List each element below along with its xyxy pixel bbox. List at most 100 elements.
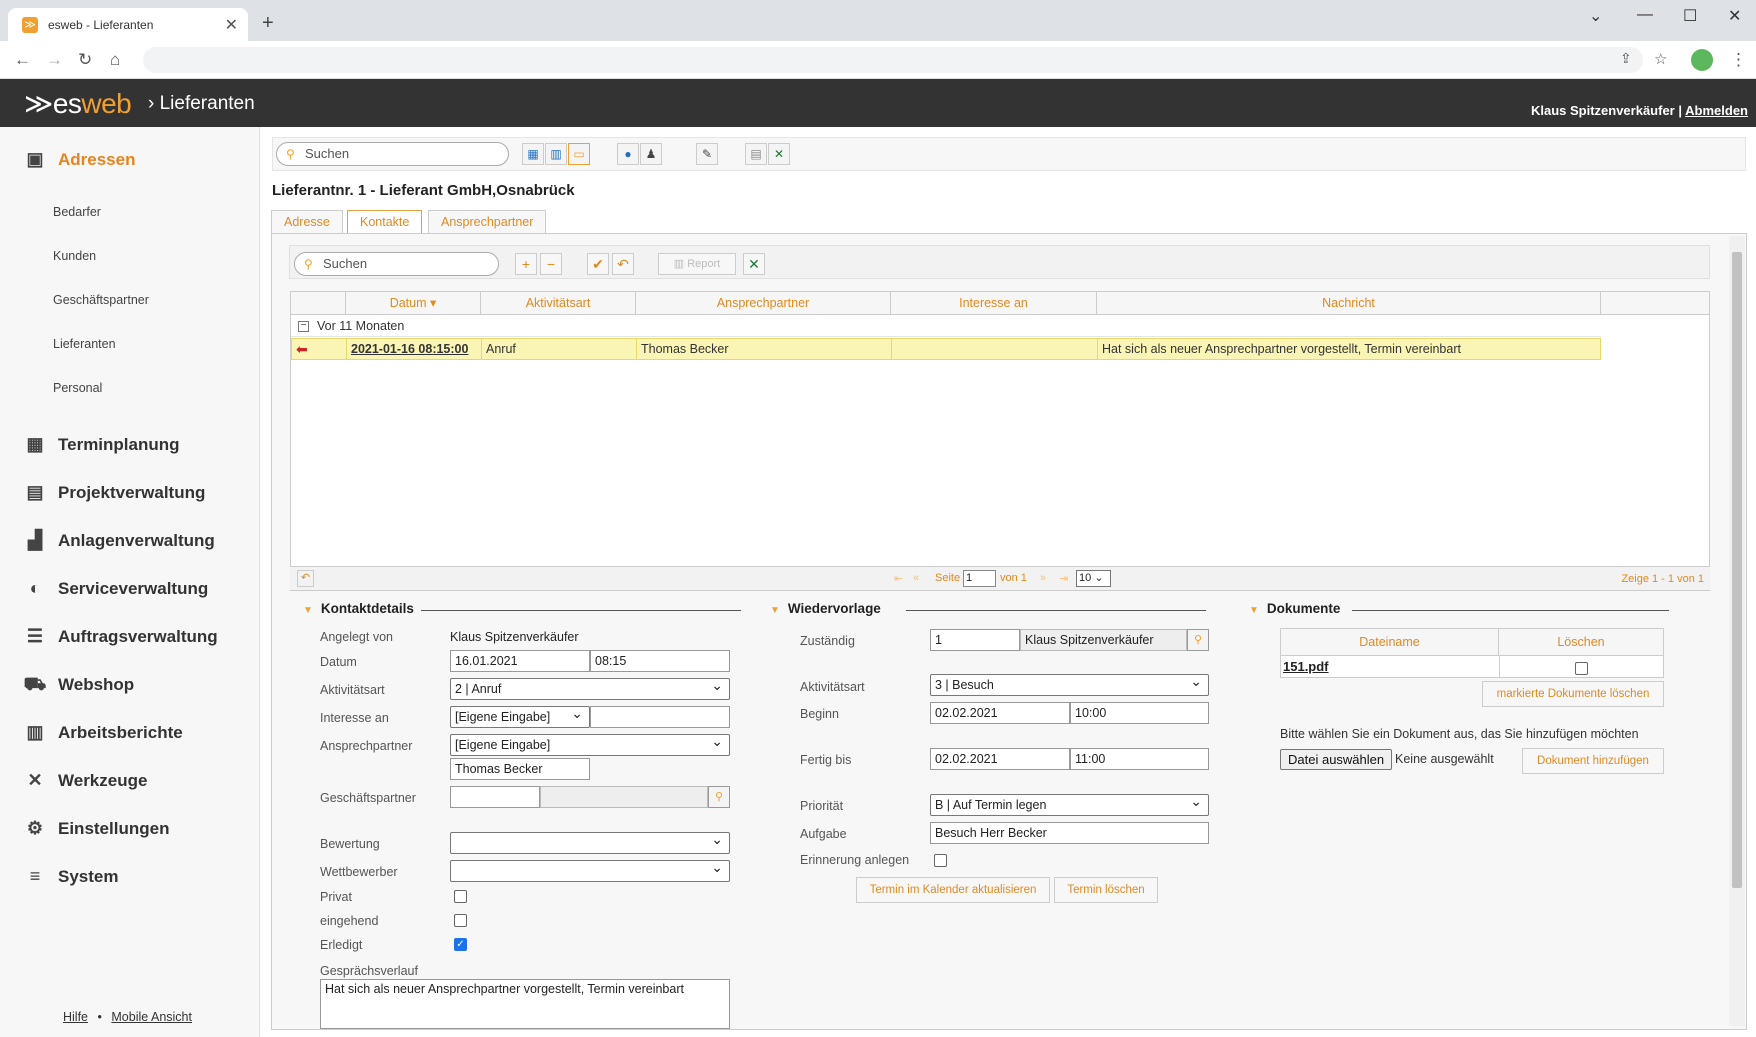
beginn-datum-field[interactable]: 02.02.2021 — [930, 702, 1070, 724]
wiedervorlage-section-header[interactable]: ▼ Wiedervorlage — [770, 601, 881, 616]
table-row[interactable]: ⬅ 2021-01-16 08:15:00 Anruf Thomas Becke… — [291, 338, 1601, 360]
url-field[interactable] — [143, 47, 1643, 73]
close-window-icon[interactable]: ✕ — [1728, 6, 1741, 26]
sidebar-item-arbeitsberichte[interactable]: ▥ Arbeitsberichte — [22, 722, 182, 743]
group-row[interactable]: − Vor 11 Monaten — [291, 316, 1601, 337]
tools-toolbar-icon[interactable]: ✎ — [696, 143, 718, 165]
verlauf-textarea[interactable]: Hat sich als neuer Ansprechpartner vorge… — [320, 979, 730, 1029]
fertig-datum-field[interactable]: 02.02.2021 — [930, 748, 1070, 770]
wettbewerber-select[interactable] — [450, 857, 730, 882]
tab-ansprechpartner[interactable]: Ansprechpartner — [428, 210, 547, 234]
column-ansprechpartner[interactable]: Ansprechpartner — [636, 292, 891, 315]
update-calendar-button[interactable]: Termin im Kalender aktualisieren — [856, 877, 1050, 903]
menu-dots-icon[interactable]: ⋮ — [1730, 50, 1747, 70]
delete-document-checkbox[interactable] — [1575, 662, 1588, 675]
add-document-button[interactable]: Dokument hinzufügen — [1522, 748, 1664, 774]
column-aktivitaetsart[interactable]: Aktivitätsart — [481, 292, 636, 315]
list-view-icon[interactable]: ▦ — [522, 143, 544, 165]
profile-avatar[interactable] — [1691, 49, 1713, 71]
delete-marked-documents-button[interactable]: markierte Dokumente löschen — [1482, 681, 1664, 707]
browser-tab[interactable]: ≫ esweb - Lieferanten ✕ — [8, 8, 248, 41]
column-datum[interactable]: Datum ▾ — [346, 292, 481, 315]
esweb-logo[interactable]: ≫esweb — [24, 87, 132, 120]
vertical-scrollbar[interactable] — [1729, 236, 1745, 1026]
bewertung-select[interactable] — [450, 829, 730, 854]
first-page-icon[interactable]: ⇤ — [894, 572, 903, 585]
fertig-zeit-field[interactable]: 11:00 — [1070, 748, 1209, 770]
sidebar-sub-personal[interactable]: Personal — [53, 381, 102, 395]
minimize-icon[interactable]: — — [1637, 6, 1653, 24]
scrollbar-thumb[interactable] — [1732, 252, 1742, 888]
person-icon[interactable]: ♟ — [640, 143, 662, 165]
report-button[interactable]: ▥ Report — [658, 253, 736, 275]
aktivitaet-select[interactable]: 2 | Anruf — [450, 675, 730, 700]
sidebar-item-adressen[interactable]: ▣ Adressen — [22, 149, 135, 170]
last-page-icon[interactable]: ⇥ — [1059, 572, 1068, 585]
chevron-down-icon[interactable]: ⌄ — [1589, 6, 1602, 26]
sidebar-sub-bedarfer[interactable]: Bedarfer — [53, 205, 101, 219]
tab-kontakte[interactable]: Kontakte — [347, 210, 423, 235]
zustaendig-search-icon[interactable]: ⚲ — [1187, 629, 1209, 651]
erinnerung-checkbox[interactable] — [934, 854, 947, 867]
confirm-icon[interactable]: ✔ — [587, 253, 609, 275]
choose-file-button[interactable]: Datei auswählen — [1280, 749, 1393, 770]
datum-field[interactable]: 16.01.2021 — [450, 650, 590, 672]
grid-search-input[interactable]: ⚲ Suchen — [294, 252, 499, 276]
prev-page-icon[interactable]: « — [913, 572, 919, 584]
sidebar-item-webshop[interactable]: ⛟ Webshop — [22, 674, 135, 698]
add-icon[interactable]: + — [515, 253, 537, 275]
kontakt-section-header[interactable]: ▼ Kontaktdetails — [303, 601, 414, 616]
star-icon[interactable]: ☆ — [1654, 50, 1667, 68]
eingehend-checkbox[interactable] — [454, 914, 467, 927]
interesse-select[interactable]: [Eigene Eingabe] — [450, 703, 590, 728]
dokumente-section-header[interactable]: ▼ Dokumente — [1249, 601, 1340, 616]
page-size-select[interactable]: 10 ⌄ — [1076, 570, 1111, 587]
maximize-icon[interactable]: ☐ — [1683, 6, 1697, 26]
reload-icon[interactable]: ↻ — [78, 50, 92, 70]
sidebar-item-anlagenverwaltung[interactable]: ▟ Anlagenverwaltung — [22, 530, 215, 551]
sidebar-sub-kunden[interactable]: Kunden — [53, 249, 96, 263]
mobile-view-link[interactable]: Mobile Ansicht — [111, 1010, 192, 1024]
excel-icon[interactable]: ✕ — [768, 143, 790, 165]
document-link[interactable]: 151.pdf — [1283, 659, 1329, 674]
sidebar-item-terminplanung[interactable]: ▦ Terminplanung — [22, 434, 179, 455]
gp-search-icon[interactable]: ⚲ — [708, 786, 730, 808]
undo-icon[interactable]: ↶ — [612, 253, 634, 275]
beginn-zeit-field[interactable]: 10:00 — [1070, 702, 1209, 724]
sidebar-item-system[interactable]: ≡ System — [22, 866, 119, 887]
document-icon[interactable]: ▤ — [745, 143, 767, 165]
zeit-field[interactable]: 08:15 — [590, 650, 730, 672]
interesse-text-field[interactable] — [590, 706, 730, 728]
detail-view-icon[interactable]: ▥ — [545, 143, 567, 165]
sidebar-sub-lieferanten[interactable]: Lieferanten — [53, 337, 116, 351]
erledigt-checkbox[interactable]: ✓ — [454, 938, 467, 951]
aufgabe-field[interactable]: Besuch Herr Becker — [930, 822, 1209, 844]
share-icon[interactable]: ⇪ — [1620, 50, 1632, 67]
forward-icon[interactable]: → — [46, 50, 63, 70]
privat-checkbox[interactable] — [454, 890, 467, 903]
sidebar-item-serviceverwaltung[interactable]: ◐ Serviceverwaltung — [22, 578, 209, 599]
sidebar-item-projektverwaltung[interactable]: ▤ Projektverwaltung — [22, 482, 205, 503]
remove-icon[interactable]: − — [540, 253, 562, 275]
next-page-icon[interactable]: » — [1040, 572, 1046, 584]
tab-adresse[interactable]: Adresse — [271, 210, 343, 234]
new-tab-icon[interactable]: + — [262, 12, 274, 35]
folder-icon[interactable]: ▭ — [568, 143, 590, 165]
sidebar-item-auftragsverwaltung[interactable]: ☰ Auftragsverwaltung — [22, 626, 218, 647]
column-nachricht[interactable]: Nachricht — [1097, 292, 1601, 315]
sidebar-item-einstellungen[interactable]: ⚙ Einstellungen — [22, 818, 170, 839]
delete-appointment-button[interactable]: Termin löschen — [1054, 877, 1158, 903]
zustaendig-id-field[interactable]: 1 — [930, 629, 1020, 651]
ansprech-text-field[interactable]: Thomas Becker — [450, 758, 590, 780]
collapse-icon[interactable]: − — [298, 321, 309, 332]
page-input[interactable]: 1 — [963, 570, 996, 587]
cell-datum[interactable]: 2021-01-16 08:15:00 — [347, 339, 482, 359]
prioritaet-select[interactable]: B | Auf Termin legen — [930, 791, 1209, 816]
logout-link[interactable]: Abmelden — [1685, 103, 1748, 118]
help-link[interactable]: Hilfe — [63, 1010, 88, 1024]
main-search-input[interactable]: ⚲ Suchen — [276, 142, 509, 166]
sidebar-sub-geschaeftspartner[interactable]: Geschäftspartner — [53, 293, 149, 307]
column-interesse[interactable]: Interesse an — [891, 292, 1097, 315]
gp-id-field[interactable] — [450, 786, 540, 808]
refresh-icon[interactable]: ↶ — [297, 570, 314, 587]
